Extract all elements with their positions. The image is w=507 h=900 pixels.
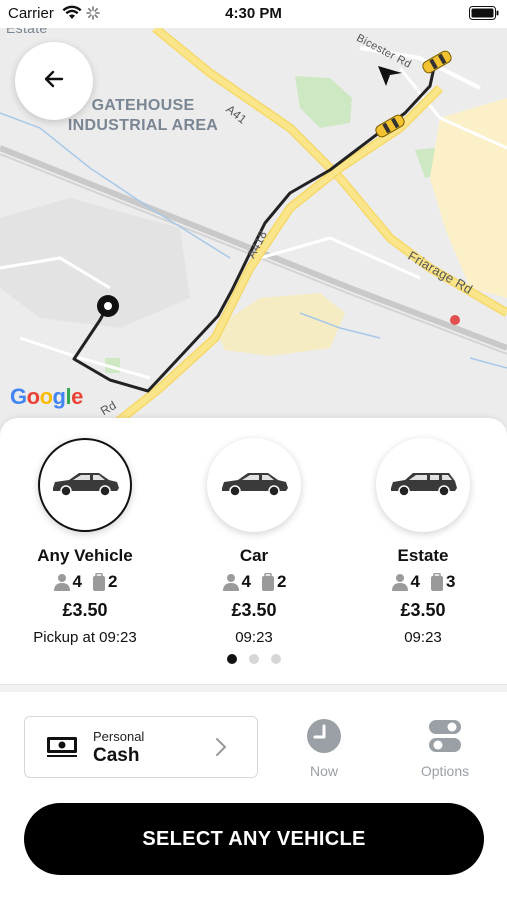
vehicle-avatar	[376, 438, 470, 532]
battery-icon	[469, 6, 499, 25]
payment-type: Personal	[93, 729, 145, 744]
passenger-count: 4	[241, 572, 251, 591]
vehicle-capacity: 4 3	[338, 572, 507, 592]
cash-icon	[47, 737, 77, 764]
vehicle-name: Car	[239, 546, 269, 565]
passenger-count: 4	[72, 572, 82, 591]
luggage-count: 3	[446, 572, 456, 591]
vehicle-avatar	[38, 438, 132, 532]
payment-method-selector[interactable]: Personal Cash	[24, 716, 258, 778]
vehicle-option-any[interactable]: Any Vehicle 4 2 £3.50 Pickup at 09:23	[0, 438, 170, 646]
luggage-icon	[430, 573, 444, 591]
vehicle-capacity: 4 2	[169, 572, 339, 592]
vehicle-eta: 09:23	[404, 629, 442, 646]
vehicle-price: £3.50	[400, 600, 446, 620]
car-estate-icon	[387, 468, 459, 503]
now-button[interactable]: Now	[294, 718, 354, 779]
car-sedan-icon	[49, 468, 121, 503]
page-dot[interactable]	[248, 654, 259, 664]
google-logo: Google	[10, 384, 83, 409]
luggage-count: 2	[108, 572, 118, 591]
vehicle-sheet: Any Vehicle 4 2 £3.50 Pickup at 09:23 Ca…	[0, 418, 507, 900]
arrow-left-icon	[42, 67, 66, 96]
person-icon	[391, 573, 409, 591]
clock-time: 4:30 PM	[225, 5, 282, 22]
vehicle-name: Estate	[397, 546, 449, 565]
luggage-count: 2	[277, 572, 287, 591]
car-sedan-icon	[218, 468, 290, 503]
options-button[interactable]: Options	[408, 718, 482, 779]
vehicle-price: £3.50	[62, 600, 108, 620]
back-button[interactable]	[15, 42, 93, 120]
page-indicator[interactable]	[0, 654, 507, 664]
page-dot[interactable]	[226, 654, 237, 664]
vehicle-name: Any Vehicle	[37, 546, 133, 565]
options-label: Options	[420, 763, 470, 779]
vehicle-avatar	[207, 438, 301, 532]
vehicle-option-car[interactable]: Car 4 2 £3.50 09:23	[169, 438, 339, 646]
vehicle-carousel[interactable]: Any Vehicle 4 2 £3.50 Pickup at 09:23 Ca…	[0, 438, 507, 648]
section-divider	[0, 684, 507, 692]
toggle-icon	[427, 720, 463, 758]
vehicle-eta: Pickup at 09:23	[33, 629, 137, 646]
status-bar: Carrier 4:30 PM	[0, 0, 507, 28]
vehicle-price: £3.50	[231, 600, 277, 620]
person-icon	[222, 573, 240, 591]
luggage-icon	[92, 573, 106, 591]
map-label-estate: Estate	[6, 28, 48, 36]
luggage-icon	[261, 573, 275, 591]
vehicle-option-estate[interactable]: Estate 4 3 £3.50 09:23	[338, 438, 507, 646]
vehicle-capacity: 4 2	[0, 572, 170, 592]
select-vehicle-button[interactable]: SELECT ANY VEHICLE	[24, 803, 484, 875]
clock-icon	[306, 719, 342, 758]
now-label: Now	[309, 763, 338, 779]
vehicle-eta: 09:23	[235, 629, 273, 646]
person-icon	[53, 573, 71, 591]
payment-method: Cash	[93, 745, 140, 766]
chevron-right-icon	[215, 737, 227, 762]
passenger-count: 4	[410, 572, 420, 591]
page-dot[interactable]	[270, 654, 281, 664]
